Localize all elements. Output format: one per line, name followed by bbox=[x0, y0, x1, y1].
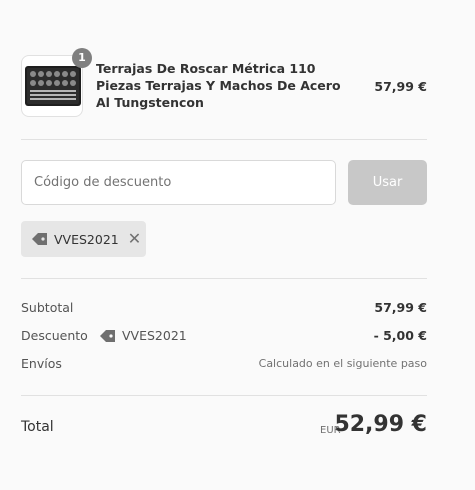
shipping-value: Calculado en el siguiente paso bbox=[258, 357, 427, 370]
product-title: Terrajas De Roscar Métrica 110 Piezas Te… bbox=[96, 61, 341, 110]
applied-discount-tag: VVES2021 ✕ bbox=[21, 221, 146, 257]
subtotal-row: Subtotal 57,99 € bbox=[21, 299, 427, 317]
quantity-badge: 1 bbox=[72, 48, 92, 68]
discount-value: - 5,00 € bbox=[373, 328, 427, 343]
total-value: 52,99 € bbox=[334, 412, 427, 437]
total-label: Total bbox=[21, 419, 54, 435]
remove-discount-icon[interactable]: ✕ bbox=[128, 231, 141, 247]
tag-icon bbox=[100, 330, 115, 342]
product-thumbnail: 1 bbox=[21, 48, 92, 117]
apply-discount-button[interactable]: Usar bbox=[348, 160, 427, 205]
order-line-item: 1 Terrajas De Roscar Métrica 110 Piezas … bbox=[21, 47, 427, 119]
subtotal-value: 57,99 € bbox=[374, 300, 427, 315]
discount-label: Descuento bbox=[21, 328, 88, 343]
divider bbox=[21, 395, 427, 396]
discount-row: Descuento VVES2021 - 5,00 € bbox=[21, 327, 427, 345]
discount-code-text: VVES2021 bbox=[122, 328, 187, 343]
subtotal-label: Subtotal bbox=[21, 300, 74, 315]
tag-icon bbox=[32, 233, 47, 245]
discount-code-input[interactable] bbox=[21, 160, 336, 205]
applied-discount-code: VVES2021 bbox=[54, 231, 119, 247]
tap-die-set-image bbox=[25, 66, 81, 106]
product-price: 57,99 € bbox=[374, 79, 427, 94]
divider bbox=[21, 278, 427, 279]
shipping-row: Envíos Calculado en el siguiente paso bbox=[21, 355, 427, 373]
divider bbox=[21, 139, 427, 140]
discount-code-chip: VVES2021 bbox=[99, 327, 187, 345]
shipping-label: Envíos bbox=[21, 356, 62, 371]
